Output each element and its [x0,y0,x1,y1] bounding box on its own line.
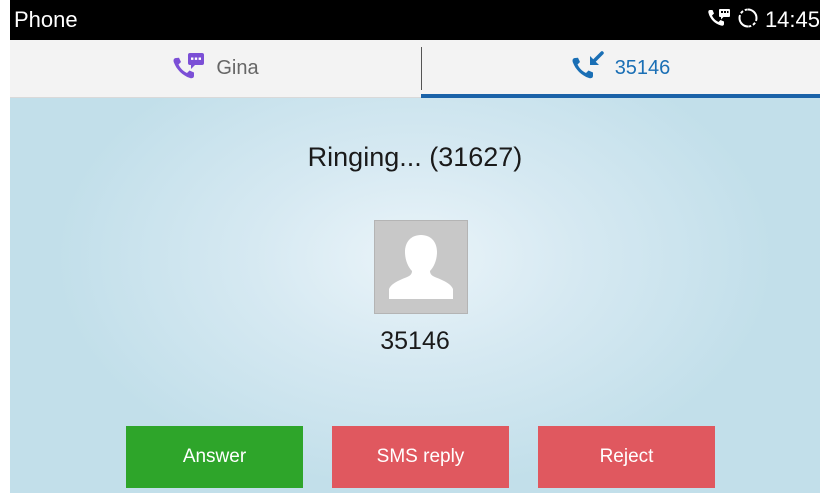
status-bar: Phone 14:45 [10,0,820,40]
phone-message-icon [172,52,206,85]
app-title: Phone [14,7,78,32]
answer-button[interactable]: Answer [126,426,303,488]
caller-number: 35146 [380,327,450,355]
call-tabs: Gina 35146 [10,40,820,98]
tab-35146[interactable]: 35146 [421,40,820,97]
tab-gina[interactable]: Gina [10,40,421,97]
tab-gina-label: Gina [216,57,259,79]
default-contact-avatar-icon [374,220,468,314]
sms-reply-button[interactable]: SMS reply [332,426,509,488]
sync-circle-icon [737,7,759,34]
status-icons: 14:45 [707,6,820,34]
tab-35146-label: 35146 [614,57,671,79]
incoming-call-panel: Ringing... (31627) 35146 Answer SMS repl… [10,98,820,493]
reject-button[interactable]: Reject [538,426,715,488]
phone-incoming-icon [571,51,605,86]
phone-screen: Phone 14:45 Gina 35146 Ringing... (31627… [10,0,820,493]
call-voicemail-icon [707,8,731,33]
call-status-text: Ringing... (31627) [307,142,523,172]
clock: 14:45 [764,7,820,32]
